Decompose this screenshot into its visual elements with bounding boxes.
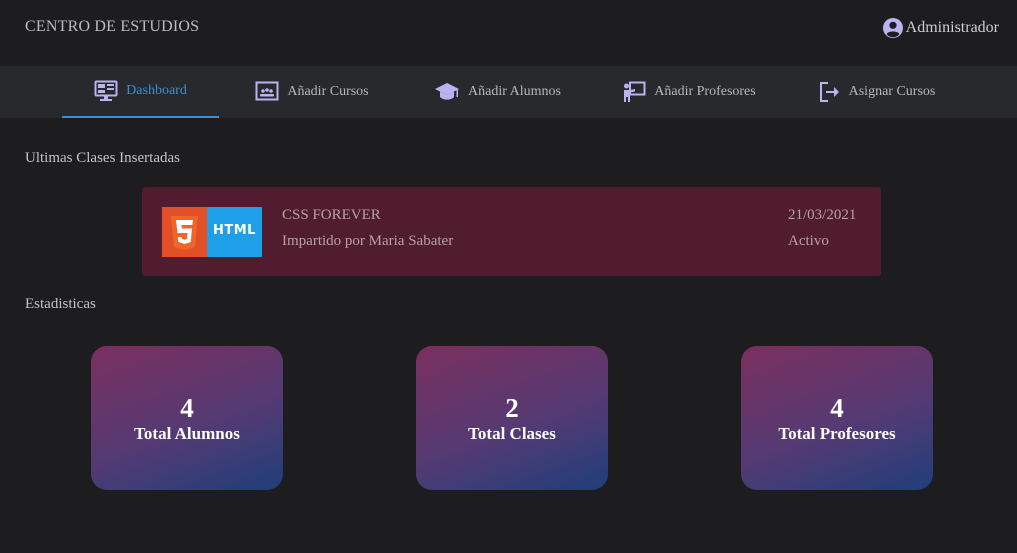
- stat-value: 4: [830, 393, 844, 423]
- main-nav: Dashboard Añadir Cursos Añadir Alumnos A…: [0, 66, 1017, 118]
- stat-label: Total Clases: [468, 424, 556, 443]
- stat-card-teachers: 4 Total Profesores: [741, 346, 933, 490]
- class-card[interactable]: HTML CSS FOREVER Impartido por Maria Sab…: [142, 187, 881, 276]
- stat-value: 4: [180, 393, 194, 423]
- app-root: CENTRO DE ESTUDIOS Administrador Dashboa…: [0, 0, 1017, 553]
- latest-classes-heading: Ultimas Clases Insertadas: [25, 150, 180, 166]
- statistics-heading: Estadisticas: [25, 296, 96, 312]
- thumbnail-text: HTML: [213, 223, 256, 238]
- nav-add-teachers-label: Añadir Profesores: [654, 84, 756, 99]
- user-circle-icon: [882, 17, 904, 39]
- html5-logo-icon: [162, 207, 207, 257]
- stat-label: Total Alumnos: [134, 424, 240, 443]
- class-date: 21/03/2021: [788, 207, 857, 223]
- stat-card-classes: 2 Total Clases: [416, 346, 608, 490]
- class-status: Activo: [788, 233, 829, 249]
- nav-assign-courses[interactable]: Asignar Cursos: [802, 66, 952, 118]
- stat-label: Total Profesores: [778, 424, 896, 443]
- class-name: CSS FOREVER: [282, 207, 381, 223]
- brand-title: CENTRO DE ESTUDIOS: [25, 18, 200, 35]
- top-header: CENTRO DE ESTUDIOS Administrador: [0, 0, 1017, 66]
- nav-dashboard-label: Dashboard: [126, 83, 187, 98]
- add-course-board-icon: [255, 81, 279, 103]
- nav-assign-courses-label: Asignar Cursos: [848, 84, 936, 99]
- stat-card-students: 4 Total Alumnos: [91, 346, 283, 490]
- stat-value: 2: [505, 393, 519, 423]
- class-thumbnail: HTML: [162, 207, 262, 257]
- graduation-cap-icon: [434, 81, 460, 103]
- class-teacher: Impartido por Maria Sabater: [282, 233, 454, 249]
- nav-add-students[interactable]: Añadir Alumnos: [420, 66, 575, 118]
- user-menu[interactable]: Administrador: [882, 17, 999, 39]
- user-name: Administrador: [905, 19, 999, 36]
- nav-add-courses[interactable]: Añadir Cursos: [236, 66, 388, 118]
- teacher-board-icon: [622, 81, 646, 103]
- nav-add-courses-label: Añadir Cursos: [287, 84, 369, 99]
- nav-add-students-label: Añadir Alumnos: [468, 84, 561, 99]
- nav-dashboard[interactable]: Dashboard: [62, 66, 219, 118]
- nav-add-teachers[interactable]: Añadir Profesores: [608, 66, 770, 118]
- dashboard-monitor-icon: [94, 80, 118, 102]
- assign-exit-icon: [819, 81, 841, 103]
